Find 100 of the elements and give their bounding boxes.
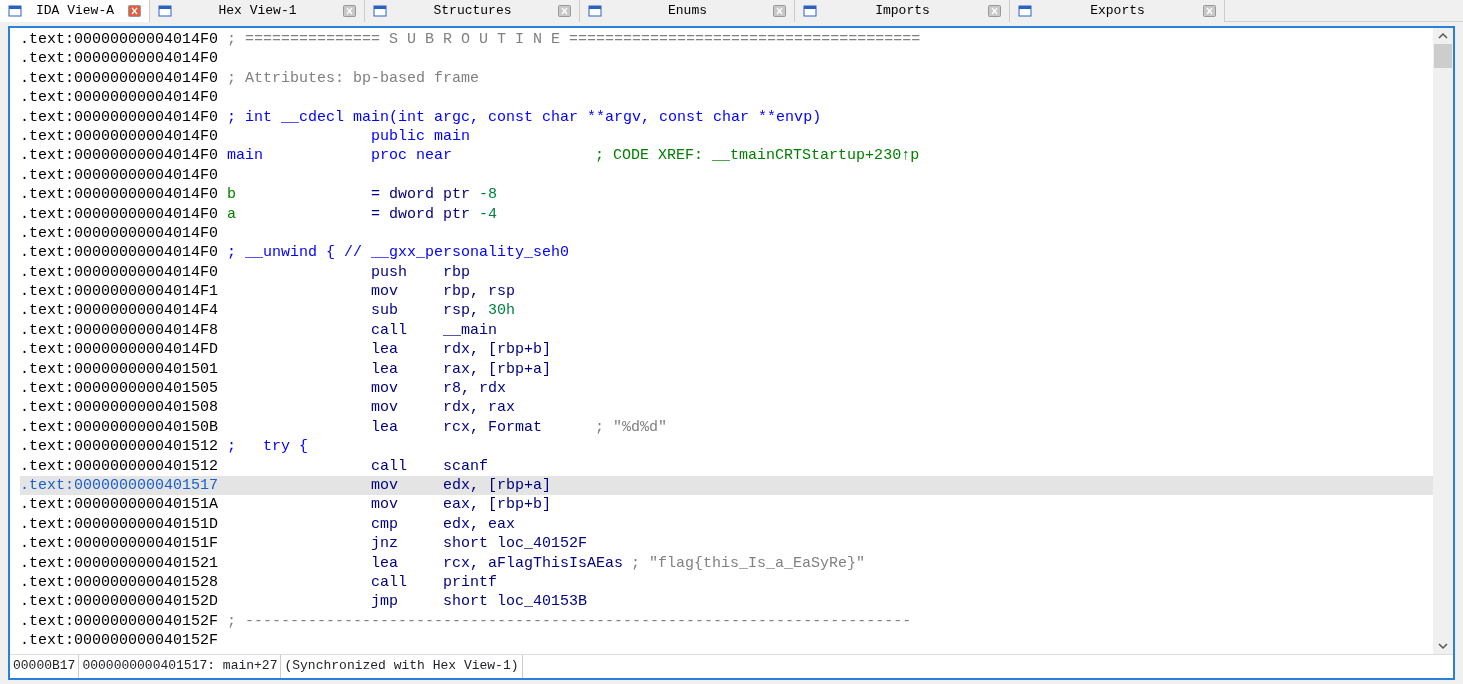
- mnemonic: mov: [371, 380, 399, 398]
- window-icon: [158, 5, 172, 17]
- address: .text:0000000000401505: [20, 379, 220, 399]
- address: .text:00000000004014F0: [20, 243, 220, 263]
- operand: __main: [443, 321, 498, 339]
- mnemonic: lea: [371, 554, 399, 572]
- mnemonic: push: [371, 263, 408, 281]
- mnemonic: lea: [371, 341, 399, 359]
- address: .text:00000000004014F0: [20, 68, 220, 89]
- comment: ; "flag{this_Is_a_EaSyRe}": [631, 554, 866, 572]
- address: .text:00000000004014F0: [20, 165, 220, 186]
- mnemonic: mov: [371, 496, 399, 514]
- scrollbar[interactable]: [1433, 28, 1453, 654]
- close-icon[interactable]: [128, 5, 141, 17]
- address: .text:000000000040151A: [20, 495, 220, 515]
- operand: edx, [rbp+a]: [443, 477, 552, 494]
- address: .text:0000000000401512: [20, 456, 220, 476]
- address: .text:000000000040152D: [20, 592, 220, 612]
- address: .text:00000000004014F0: [20, 30, 220, 50]
- mnemonic: lea: [371, 360, 399, 378]
- scroll-thumb[interactable]: [1434, 44, 1452, 68]
- operand: rax, [rbp+a]: [443, 360, 552, 378]
- address: .text:0000000000401517: [20, 476, 220, 496]
- operand: rcx, Format: [443, 418, 543, 436]
- mnemonic: jmp: [371, 593, 399, 611]
- mnemonic: mov: [371, 399, 399, 417]
- operand: rcx, aFlagThisIsAEas: [443, 554, 624, 572]
- operand: short loc_40152F: [443, 535, 588, 553]
- tab[interactable]: Imports: [795, 0, 1010, 22]
- close-icon[interactable]: [988, 5, 1001, 17]
- mnemonic: mov: [371, 283, 399, 301]
- operand: scanf: [443, 457, 489, 475]
- mnemonic: cmp: [371, 515, 399, 533]
- operand: short loc_40153B: [443, 593, 588, 611]
- address: .text:0000000000401501: [20, 359, 220, 380]
- label: main: [227, 147, 264, 165]
- address: .text:000000000040152F: [20, 611, 220, 632]
- tab[interactable]: Exports: [1010, 0, 1225, 22]
- mnemonic: mov: [371, 477, 399, 494]
- mnemonic: jnz: [371, 535, 399, 553]
- close-icon[interactable]: [343, 5, 356, 17]
- label: b: [227, 186, 237, 204]
- tab[interactable]: Structures: [365, 0, 580, 22]
- mnemonic: call: [371, 321, 408, 339]
- address: .text:00000000004014F4: [20, 301, 220, 321]
- address: .text:00000000004014FD: [20, 340, 220, 360]
- mnemonic: sub: [371, 302, 399, 320]
- status-text: (Synchronized with Hex View-1): [281, 655, 523, 678]
- comment: ; "%d%d": [595, 418, 668, 436]
- comment: ; =============== S U B R O U T I N E =======================================: [227, 31, 921, 48]
- address: .text:00000000004014F1: [20, 282, 220, 302]
- close-icon[interactable]: [558, 5, 571, 17]
- address: .text:0000000000401528: [20, 572, 220, 593]
- operand: public main: [371, 127, 471, 145]
- tab[interactable]: Enums: [580, 0, 795, 22]
- operand: rbp: [443, 263, 471, 281]
- window-icon: [588, 5, 602, 17]
- operand: = dword ptr -8: [371, 186, 498, 204]
- address: .text:000000000040151D: [20, 514, 220, 535]
- address: .text:000000000040150B: [20, 417, 220, 438]
- address: .text:00000000004014F0: [20, 185, 220, 205]
- operand: proc near: [371, 147, 453, 165]
- window-icon: [1018, 5, 1032, 17]
- address: .text:00000000004014F0: [20, 223, 220, 244]
- operand: eax, [rbp+b]: [443, 496, 552, 514]
- address: .text:000000000040152F: [20, 631, 220, 651]
- operand: rsp, 30h: [443, 302, 516, 320]
- address: .text:0000000000401508: [20, 398, 220, 418]
- address: .text:00000000004014F0: [20, 88, 220, 108]
- operand: = dword ptr -4: [371, 205, 498, 223]
- address: .text:00000000004014F0: [20, 126, 220, 147]
- address: .text:00000000004014F0: [20, 49, 220, 69]
- operand: rdx, rax: [443, 399, 516, 417]
- comment: ; __unwind { // __gxx_personality_seh0: [227, 244, 570, 262]
- operand: rbp, rsp: [443, 283, 516, 301]
- comment: ; int __cdecl main(int argc, const char **argv, const char **envp): [227, 108, 822, 126]
- operand: printf: [443, 573, 498, 591]
- address: .text:00000000004014F0: [20, 107, 220, 127]
- close-icon[interactable]: [1203, 5, 1216, 17]
- operand: r8, rdx: [443, 380, 507, 398]
- comment: ; CODE XREF: __tmainCRTStartup+230↑p: [595, 147, 920, 165]
- operand: edx, eax: [443, 515, 516, 533]
- address: .text:00000000004014F0: [20, 146, 220, 166]
- window-icon: [373, 5, 387, 17]
- mnemonic: lea: [371, 418, 399, 436]
- status-text: 00000B17: [10, 655, 80, 678]
- tab[interactable]: Hex View-1: [150, 0, 365, 22]
- address: .text:0000000000401521: [20, 553, 220, 573]
- operand: rdx, [rbp+b]: [443, 341, 552, 359]
- address: .text:00000000004014F0: [20, 262, 220, 283]
- tab[interactable]: IDA View-A: [0, 0, 150, 22]
- comment: ; try {: [227, 438, 309, 456]
- comment: ; Attributes: bp-based frame: [227, 69, 480, 87]
- mnemonic: call: [371, 573, 408, 591]
- status-text: 0000000000401517: main+27: [79, 655, 282, 678]
- mnemonic: call: [371, 457, 408, 475]
- window-icon: [8, 5, 22, 17]
- address: .text:00000000004014F0: [20, 204, 220, 224]
- close-icon[interactable]: [773, 5, 786, 17]
- comment: ; --------------------------------------------------------------------------: [227, 612, 912, 630]
